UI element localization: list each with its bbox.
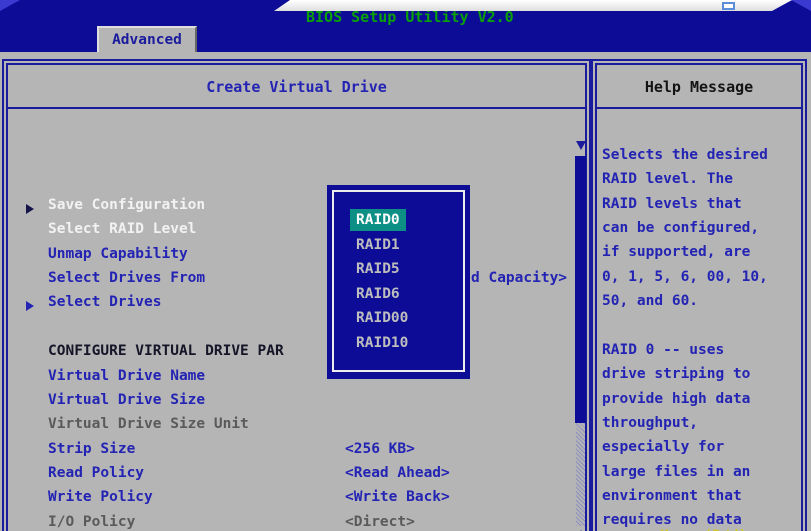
- screen-body: Create Virtual Drive Save Configuration …: [0, 52, 811, 531]
- row-io-policy: I/O Policy <Direct>: [16, 514, 580, 531]
- banner-corner-left: [0, 0, 20, 11]
- bios-setup-screen: BIOS Setup Utility V2.0 Advanced Create …: [0, 0, 811, 531]
- help-text: Selects the desired RAID level. The RAID…: [602, 143, 798, 531]
- row-select-raid-level[interactable]: Select RAID Level <RAID0>: [16, 221, 580, 245]
- raid-level-dropdown-list: RAID0 RAID1 RAID5 RAID6 RAID00 RAID10: [332, 190, 465, 372]
- tab-advanced[interactable]: Advanced: [97, 26, 197, 52]
- menu-row-value: d Capacity>: [471, 270, 567, 286]
- menu-row-label: Virtual Drive Size Unit: [48, 416, 249, 432]
- help-message-panel: Help Message Selects the desired RAID le…: [595, 63, 803, 531]
- scrollbar[interactable]: [575, 139, 587, 531]
- banner-corner-right: [791, 0, 811, 11]
- row-select-drives-from[interactable]: Select Drives From d Capacity>: [16, 270, 580, 294]
- menu-row-value: <Read Ahead>: [345, 465, 450, 481]
- scrollbar-track[interactable]: [576, 423, 585, 526]
- help-panel-title: Help Message: [597, 65, 801, 109]
- menu-row-label: Unmap Capability: [48, 246, 188, 262]
- raid-option-label: RAID1: [356, 234, 400, 256]
- menu-row-label: I/O Policy: [48, 514, 135, 530]
- submenu-arrow-icon: [26, 204, 34, 214]
- menu-row-label: Write Policy: [48, 489, 153, 505]
- menu-list: Save Configuration Select RAID Level <RA…: [16, 197, 580, 531]
- raid-option-label: RAID00: [356, 307, 408, 329]
- raid-option-raid10[interactable]: RAID10: [334, 332, 463, 357]
- row-virtual-drive-size-unit: Virtual Drive Size Unit: [16, 416, 580, 440]
- raid-option-raid6[interactable]: RAID6: [334, 283, 463, 308]
- submenu-arrow-icon: [26, 301, 34, 311]
- row-blank: [16, 319, 580, 343]
- checkbox-icon[interactable]: [722, 2, 735, 10]
- row-unmap-capability[interactable]: Unmap Capability: [16, 246, 580, 270]
- raid-option-label: RAID5: [356, 258, 400, 280]
- menu-row-label: Read Policy: [48, 465, 144, 481]
- raid-option-raid1[interactable]: RAID1: [334, 234, 463, 259]
- row-virtual-drive-size[interactable]: Virtual Drive Size: [16, 392, 580, 416]
- row-write-policy[interactable]: Write Policy <Write Back>: [16, 489, 580, 513]
- row-section-header: CONFIGURE VIRTUAL DRIVE PAR: [16, 343, 580, 367]
- panel-title: Create Virtual Drive: [8, 65, 585, 109]
- menu-row-value: <Write Back>: [345, 489, 450, 505]
- menu-row-label: Select Drives From: [48, 270, 205, 286]
- menu-row-label: Save Configuration: [48, 197, 205, 213]
- menu-row-label: Virtual Drive Name: [48, 368, 205, 384]
- row-read-policy[interactable]: Read Policy <Read Ahead>: [16, 465, 580, 489]
- raid-option-raid0[interactable]: RAID0: [334, 209, 463, 234]
- raid-option-raid00[interactable]: RAID00: [334, 307, 463, 332]
- menu-row-label: Select RAID Level: [48, 221, 196, 237]
- raid-option-label: RAID6: [356, 283, 400, 305]
- console-toolbar: [274, 0, 792, 11]
- menu-row-label: Strip Size: [48, 441, 135, 457]
- raid-option-label: RAID0: [350, 209, 406, 231]
- raid-level-dropdown: RAID0 RAID1 RAID5 RAID6 RAID00 RAID10: [327, 185, 470, 379]
- raid-option-raid5[interactable]: RAID5: [334, 258, 463, 283]
- menu-row-label: Select Drives: [48, 294, 162, 310]
- menu-row-label: Virtual Drive Size: [48, 392, 205, 408]
- scrollbar-thumb[interactable]: [575, 156, 586, 423]
- row-save-configuration[interactable]: Save Configuration: [16, 197, 580, 221]
- row-select-drives[interactable]: Select Drives: [16, 294, 580, 318]
- menu-row-value: <256 KB>: [345, 441, 415, 457]
- row-virtual-drive-name[interactable]: Virtual Drive Name: [16, 368, 580, 392]
- menu-row-label: CONFIGURE VIRTUAL DRIVE PAR: [48, 343, 284, 359]
- menu-row-value: <Direct>: [345, 514, 415, 530]
- row-strip-size[interactable]: Strip Size <256 KB>: [16, 441, 580, 465]
- raid-option-label: RAID10: [356, 332, 408, 354]
- create-virtual-drive-panel: Create Virtual Drive Save Configuration …: [6, 63, 587, 531]
- scroll-down-icon[interactable]: [576, 141, 586, 150]
